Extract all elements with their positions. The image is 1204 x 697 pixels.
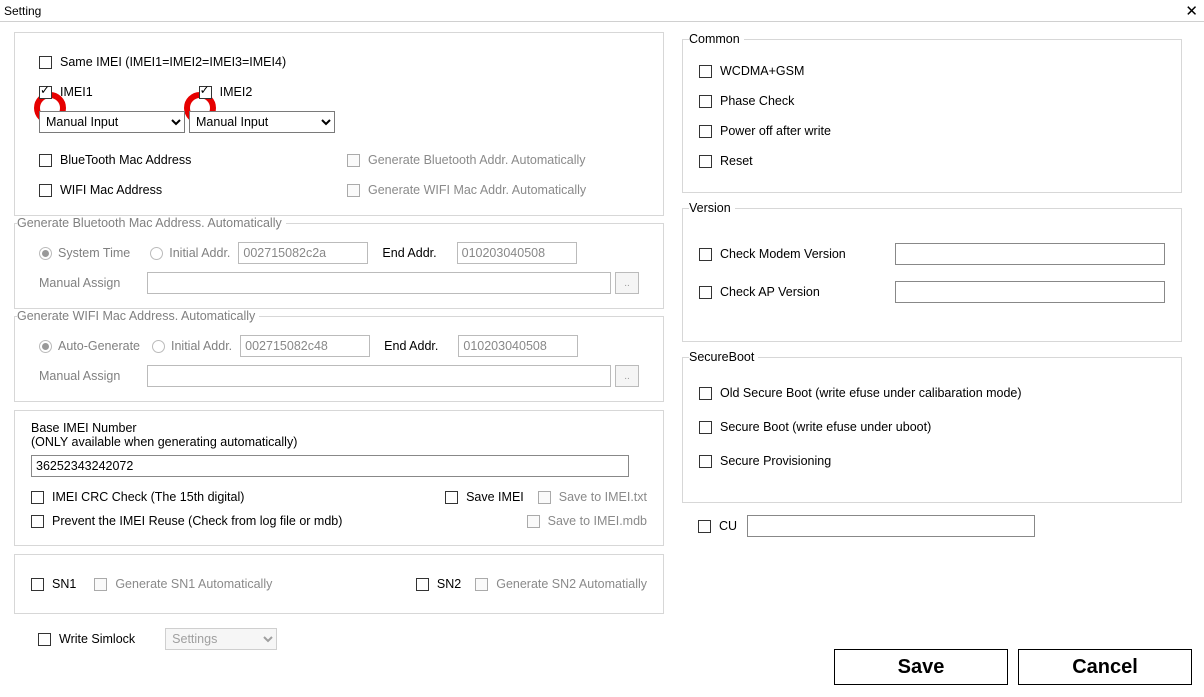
window-title: Setting (4, 4, 41, 18)
gen-bt-manual-input (147, 272, 611, 294)
imei-crc-checkbox[interactable] (31, 491, 44, 504)
base-imei-input[interactable] (31, 455, 629, 477)
gen-sn2-checkbox (475, 578, 488, 591)
secure-boot-checkbox[interactable] (699, 421, 712, 434)
imei1-mode-select[interactable]: Manual Input (39, 111, 185, 133)
check-modem-input[interactable] (895, 243, 1165, 265)
gen-wifi-auto-label2: Auto-Generate (58, 339, 140, 353)
sn1-checkbox[interactable] (31, 578, 44, 591)
gen-bt-initial-label: Initial Addr. (169, 246, 230, 260)
version-legend: Version (689, 201, 735, 215)
phase-check-checkbox[interactable] (699, 95, 712, 108)
wifi-mac-checkbox[interactable] (39, 184, 52, 197)
secure-prov-label: Secure Provisioning (720, 454, 831, 468)
gen-bt-legend: Generate Bluetooth Mac Address. Automati… (17, 216, 286, 230)
gen-wifi-auto-radio (39, 340, 52, 353)
gen-sn2-label: Generate SN2 Automatially (496, 577, 647, 591)
save-imei-checkbox[interactable] (445, 491, 458, 504)
gen-wifi-end-label: End Addr. (384, 339, 438, 353)
bt-mac-label: BlueTooth Mac Address (60, 153, 191, 167)
power-off-checkbox[interactable] (699, 125, 712, 138)
cu-input[interactable] (747, 515, 1035, 537)
secure-prov-checkbox[interactable] (699, 455, 712, 468)
gen-wifi-end-input (458, 335, 578, 357)
save-button[interactable]: Save (834, 649, 1008, 685)
gen-bt-auto-checkbox (347, 154, 360, 167)
close-icon[interactable]: ✕ (1185, 2, 1198, 20)
gen-bt-browse-button: .. (615, 272, 639, 294)
check-ap-checkbox[interactable] (699, 286, 712, 299)
sn2-checkbox[interactable] (416, 578, 429, 591)
save-imei-mdb-label: Save to IMEI.mdb (548, 514, 647, 528)
cu-label: CU (719, 519, 737, 533)
same-imei-checkbox[interactable] (39, 56, 52, 69)
check-modem-label: Check Modem Version (720, 247, 846, 261)
gen-bt-manual-label: Manual Assign (39, 276, 131, 290)
gen-wifi-manual-input (147, 365, 611, 387)
gen-bt-system-time-radio (39, 247, 52, 260)
gen-wifi-initial-label: Initial Addr. (171, 339, 232, 353)
old-secure-checkbox[interactable] (699, 387, 712, 400)
gen-wifi-auto-checkbox (347, 184, 360, 197)
check-ap-label: Check AP Version (720, 285, 820, 299)
base-imei-label1: Base IMEI Number (31, 421, 647, 435)
gen-bt-auto-label: Generate Bluetooth Addr. Automatically (368, 153, 586, 167)
bt-mac-checkbox[interactable] (39, 154, 52, 167)
gen-bt-system-time-label: System Time (58, 246, 130, 260)
save-imei-txt-checkbox (538, 491, 551, 504)
write-simlock-select: Settings (165, 628, 277, 650)
gen-wifi-auto-label: Generate WIFI Mac Addr. Automatically (368, 183, 586, 197)
wifi-mac-label: WIFI Mac Address (60, 183, 162, 197)
imei2-label: IMEI2 (220, 85, 253, 99)
gen-wifi-initial-radio (152, 340, 165, 353)
power-off-label: Power off after write (720, 124, 831, 138)
phase-check-label: Phase Check (720, 94, 794, 108)
base-imei-label2: (ONLY available when generating automati… (31, 435, 647, 449)
gen-wifi-manual-label: Manual Assign (39, 369, 131, 383)
gen-bt-end-label: End Addr. (382, 246, 436, 260)
gen-sn1-label: Generate SN1 Automatically (115, 577, 272, 591)
gen-bt-initial-input (238, 242, 368, 264)
gen-bt-end-input (457, 242, 577, 264)
same-imei-label: Same IMEI (IMEI1=IMEI2=IMEI3=IMEI4) (60, 55, 286, 69)
old-secure-label: Old Secure Boot (write efuse under calib… (720, 386, 1022, 400)
gen-sn1-checkbox (94, 578, 107, 591)
reset-checkbox[interactable] (699, 155, 712, 168)
check-ap-input[interactable] (895, 281, 1165, 303)
check-modem-checkbox[interactable] (699, 248, 712, 261)
write-simlock-label: Write Simlock (59, 632, 135, 646)
imei2-checkbox[interactable] (199, 86, 212, 99)
prevent-reuse-label: Prevent the IMEI Reuse (Check from log f… (52, 514, 342, 528)
imei1-checkbox[interactable] (39, 86, 52, 99)
save-imei-label: Save IMEI (466, 490, 524, 504)
gen-wifi-legend: Generate WIFI Mac Address. Automatically (17, 309, 259, 323)
imei1-label: IMEI1 (60, 85, 93, 99)
gen-wifi-initial-input (240, 335, 370, 357)
prevent-reuse-checkbox[interactable] (31, 515, 44, 528)
secure-boot-label: Secure Boot (write efuse under uboot) (720, 420, 931, 434)
write-simlock-checkbox[interactable] (38, 633, 51, 646)
cu-checkbox[interactable] (698, 520, 711, 533)
imei2-mode-select[interactable]: Manual Input (189, 111, 335, 133)
imei-crc-label: IMEI CRC Check (The 15th digital) (52, 490, 244, 504)
gen-wifi-browse-button: .. (615, 365, 639, 387)
cancel-button[interactable]: Cancel (1018, 649, 1192, 685)
wcdma-gsm-checkbox[interactable] (699, 65, 712, 78)
save-imei-txt-label: Save to IMEI.txt (559, 490, 647, 504)
sn1-label: SN1 (52, 577, 76, 591)
reset-label: Reset (720, 154, 753, 168)
save-imei-mdb-checkbox (527, 515, 540, 528)
secureboot-legend: SecureBoot (689, 350, 758, 364)
sn2-label: SN2 (437, 577, 461, 591)
gen-bt-initial-radio (150, 247, 163, 260)
wcdma-gsm-label: WCDMA+GSM (720, 64, 804, 78)
common-legend: Common (689, 32, 744, 46)
